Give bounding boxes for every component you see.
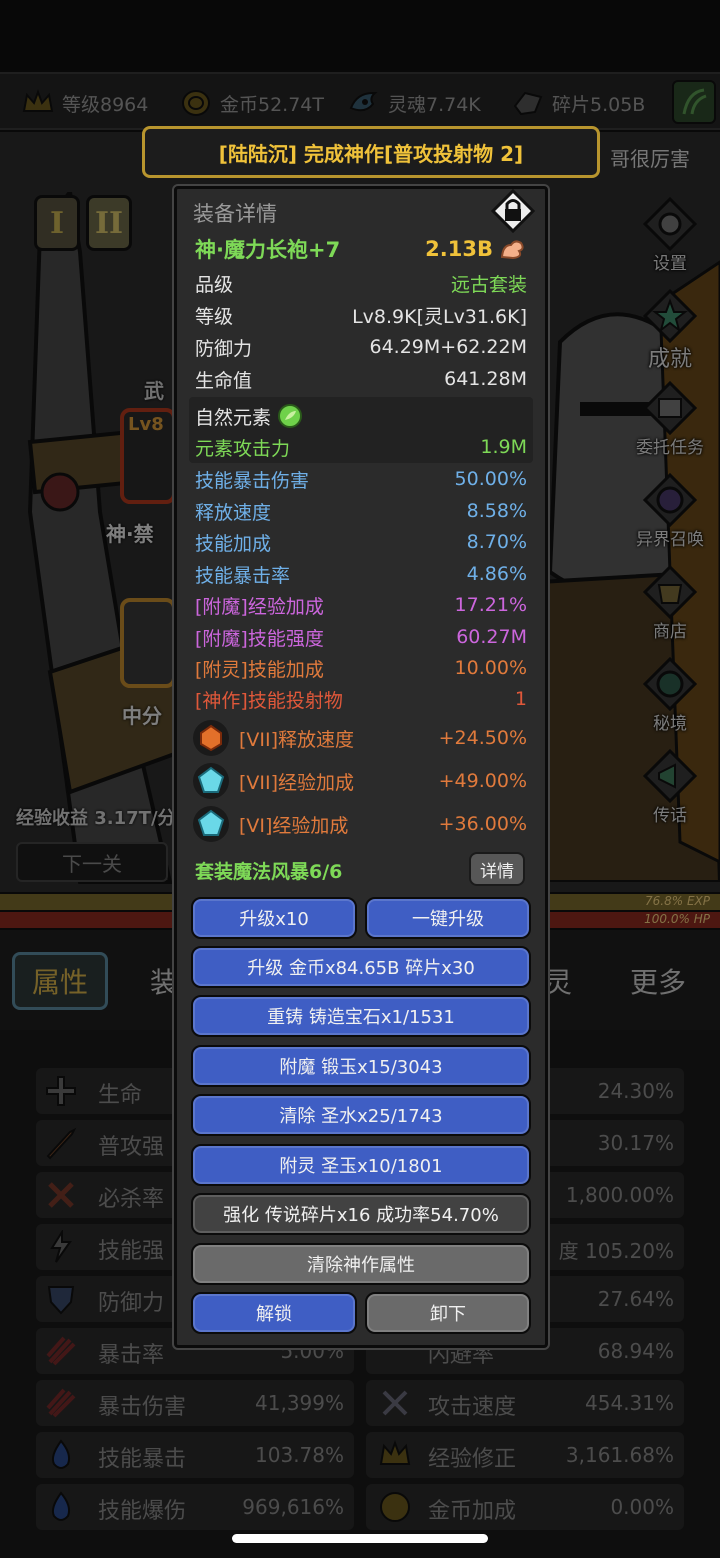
spirit-row: [附灵]技能加成 10.00% <box>195 657 527 681</box>
enchant-row: [附魔]经验加成 17.21% <box>195 594 527 618</box>
item-header: 神·魔力长袍+7 2.13B <box>195 234 527 264</box>
gem-row: [VI]经验加成 +36.00% <box>191 803 527 845</box>
skill-row: 释放速度 8.58% <box>195 500 527 524</box>
hp-row: 生命值 641.28M <box>195 368 527 392</box>
enchant-row: [附魔]技能强度 60.27M <box>195 626 527 650</box>
cyan-gem-icon <box>193 763 229 799</box>
clear-masterwork-button[interactable]: 清除神作属性 <box>191 1243 531 1285</box>
element-row: 自然元素 <box>195 401 527 431</box>
cyan-gem-icon <box>193 806 229 842</box>
equipment-detail-panel: 装备详情 神·魔力长袍+7 2.13B 品级 远古套装 等级 Lv8.9K[灵Lv3… <box>174 186 548 1348</box>
skill-row: 技能暴击伤害 50.00% <box>195 468 527 492</box>
set-detail-button[interactable]: 详情 <box>469 852 525 886</box>
level-row: 等级 Lv8.9K[灵Lv31.6K] <box>195 305 527 328</box>
skill-row: 技能加成 8.70% <box>195 531 527 555</box>
clear-button[interactable]: 清除 圣水x25/1743 <box>191 1094 531 1136</box>
element-attack-row: 元素攻击力 1.9M <box>195 436 527 460</box>
strengthen-button[interactable]: 强化 传说碎片x16 成功率54.70% <box>191 1193 531 1235</box>
home-indicator[interactable] <box>232 1534 488 1543</box>
defense-row: 防御力 64.29M+62.22M <box>195 336 527 360</box>
unequip-button[interactable]: 卸下 <box>365 1292 531 1334</box>
gem-row: [VII]释放速度 +24.50% <box>191 717 527 759</box>
spirit-button[interactable]: 附灵 圣玉x10/1801 <box>191 1144 531 1186</box>
orange-gem-icon <box>193 720 229 756</box>
unlock-button[interactable]: 解锁 <box>191 1292 357 1334</box>
skill-row: 技能暴击率 4.86% <box>195 563 527 587</box>
enchant-button[interactable]: 附魔 锻玉x15/3043 <box>191 1045 531 1087</box>
gem-row: [VII]经验加成 +49.00% <box>191 760 527 802</box>
event-banner: [陆陆沉] 完成神作[普攻投射物 2] <box>142 126 600 178</box>
grade-row: 品级 远古套装 <box>195 273 527 296</box>
nature-element-icon <box>278 404 303 428</box>
masterwork-row: [神作]技能投射物 1 <box>195 688 527 712</box>
item-power: 2.13B <box>425 237 527 261</box>
banner-trailing-text: 哥很厉害 <box>610 147 690 171</box>
upgrade-button[interactable]: 升级 金币x84.65B 碎片x30 <box>191 946 531 988</box>
item-name: 神·魔力长袍+7 <box>195 238 341 262</box>
reforge-button[interactable]: 重铸 铸造宝石x1/1531 <box>191 995 531 1037</box>
one-key-upgrade-button[interactable]: 一键升级 <box>365 897 531 939</box>
upgrade-x10-button[interactable]: 升级x10 <box>191 897 357 939</box>
muscle-icon <box>500 240 524 260</box>
panel-title: 装备详情 <box>193 202 277 226</box>
lock-icon[interactable] <box>491 189 535 233</box>
